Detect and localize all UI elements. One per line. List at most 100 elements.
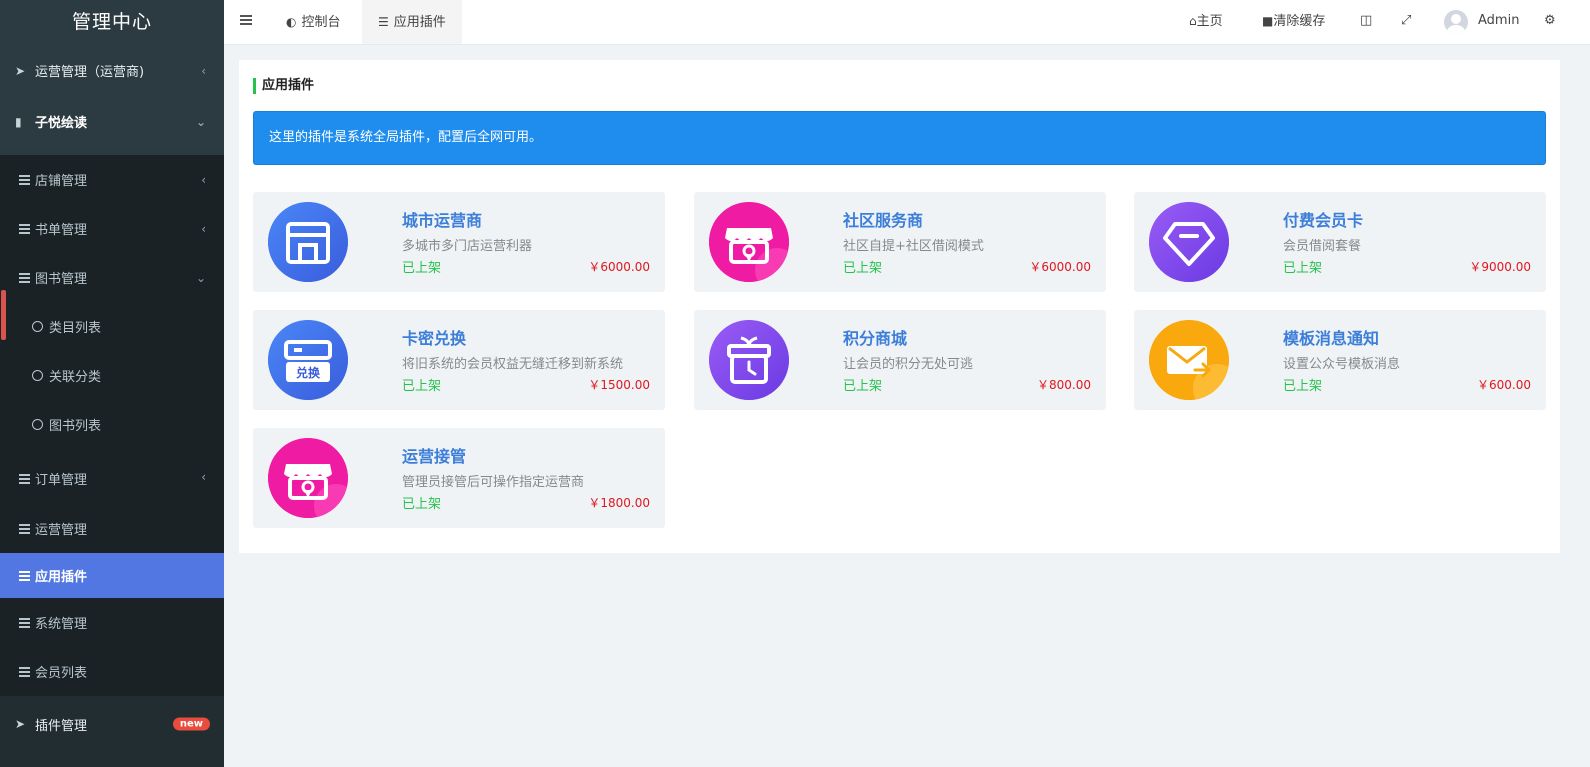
- plugin-price: ￥9000.00: [1469, 260, 1531, 274]
- list-icon: [15, 223, 35, 234]
- sidebar-item-app-plugins[interactable]: 应用插件: [0, 553, 224, 598]
- plugin-desc: 将旧系统的会员权益无缝迁移到新系统: [402, 357, 624, 372]
- circle-icon: [32, 419, 43, 430]
- sidebar-item-label: 图书列表: [49, 419, 102, 434]
- tab-app-plugins[interactable]: ☰ 应用插件: [362, 0, 462, 44]
- sidebar-item-system-management[interactable]: 系统管理: [0, 598, 224, 647]
- list-icon: [15, 473, 35, 484]
- plugin-price: ￥800.00: [1037, 378, 1091, 392]
- sidebar-item-label: 订单管理: [35, 473, 88, 488]
- sidebar-item-label: 运营管理: [35, 523, 88, 538]
- plugin-card-points-mall[interactable]: 积分商城 让会员的积分无处可逃 已上架 ￥800.00: [694, 310, 1106, 410]
- panel-title: 应用插件: [253, 78, 314, 94]
- trash-icon: ■: [1262, 14, 1274, 28]
- sidebar-item-category-list[interactable]: 类目列表: [0, 302, 224, 351]
- home-icon: ⌂: [1189, 14, 1197, 28]
- mail-forward-icon: [1149, 320, 1229, 400]
- plugin-desc: 管理员接管后可操作指定运营商: [402, 475, 585, 490]
- list-icon: [15, 617, 35, 628]
- tab-label: 控制台: [301, 15, 341, 30]
- sidebar-item-label: 类目列表: [49, 321, 102, 336]
- sidebar-item-member-list[interactable]: 会员列表: [0, 647, 224, 696]
- circle-icon: [32, 321, 43, 332]
- home-label: 主页: [1196, 14, 1223, 29]
- rocket-icon: ➤: [15, 717, 26, 731]
- sidebar-item-label: 系统管理: [35, 617, 88, 632]
- translate-icon[interactable]: ◫: [1360, 0, 1372, 44]
- plugins-panel: 应用插件 这里的插件是系统全局插件，配置后全网可用。 城市运营商 多城市多门店运…: [239, 60, 1560, 553]
- sidebar-item-plugin-management[interactable]: ➤ 插件管理 new: [0, 696, 224, 752]
- book-icon: ▮: [15, 114, 22, 129]
- sidebar-item-label: 店铺管理: [35, 174, 88, 189]
- sidebar-item-related-category[interactable]: 关联分类: [0, 351, 224, 400]
- settings-icon[interactable]: ⚙: [1544, 0, 1556, 44]
- plugin-name[interactable]: 城市运营商: [402, 207, 482, 231]
- sidebar-item-label: 图书管理: [35, 272, 88, 287]
- fullscreen-icon[interactable]: ⤢: [1401, 0, 1411, 44]
- plugin-name[interactable]: 卡密兑换: [402, 325, 466, 349]
- sidebar-item-label: 插件管理: [35, 718, 88, 734]
- chevron-left-icon: ‹: [201, 63, 206, 78]
- plugin-card-template-message[interactable]: 模板消息通知 设置公众号模板消息 已上架 ￥600.00: [1134, 310, 1546, 410]
- plugin-name[interactable]: 积分商城: [843, 325, 907, 349]
- plugin-desc: 让会员的积分无处可逃: [843, 357, 974, 372]
- plugin-name[interactable]: 运营接管: [402, 443, 466, 467]
- list-icon: [15, 272, 35, 283]
- plugin-card-community-service[interactable]: 社区服务商 社区自提+社区借阅模式 已上架 ￥6000.00: [694, 192, 1106, 292]
- diamond-icon: [1149, 202, 1229, 282]
- exchange-card-icon: 兑换: [268, 320, 348, 400]
- chevron-left-icon: ‹: [201, 172, 206, 187]
- plugin-card-paid-membership[interactable]: 付费会员卡 会员借阅套餐 已上架 ￥9000.00: [1134, 192, 1546, 292]
- sidebar-item-book-list[interactable]: 图书列表: [0, 400, 224, 449]
- sidebar-item-book-management[interactable]: 图书管理 ⌄: [0, 253, 224, 302]
- sidebar-item-shop-management[interactable]: 店铺管理 ‹: [0, 155, 224, 204]
- tab-label: 应用插件: [393, 15, 446, 30]
- sidebar-item-order-management[interactable]: 订单管理 ‹: [0, 449, 224, 504]
- paper-plane-icon: ➤: [15, 63, 26, 78]
- sidebar-item-label: 应用插件: [35, 570, 88, 585]
- plugin-desc: 会员借阅套餐: [1283, 239, 1362, 254]
- plugin-card-city-operator[interactable]: 城市运营商 多城市多门店运营利器 已上架 ￥6000.00: [253, 192, 665, 292]
- sidebar-item-operations[interactable]: 运营管理: [0, 504, 224, 553]
- home-link[interactable]: ⌂主页: [1189, 0, 1223, 44]
- store-icon: [268, 202, 348, 282]
- new-badge: new: [172, 717, 210, 731]
- plugin-name[interactable]: 模板消息通知: [1283, 325, 1379, 349]
- shop-location-icon: [709, 202, 789, 282]
- plugin-desc: 多城市多门店运营利器: [402, 239, 533, 254]
- user-name[interactable]: Admin: [1478, 0, 1519, 44]
- sidebar-scrollbar[interactable]: [1, 290, 6, 340]
- sidebar-item-label: 书单管理: [35, 223, 88, 238]
- sidebar-item-operations-operator[interactable]: ➤ 运营管理（运营商) ‹: [0, 45, 224, 96]
- chevron-down-icon: ⌄: [195, 114, 206, 129]
- list-icon: [15, 523, 35, 534]
- plugin-card-card-exchange[interactable]: 兑换 卡密兑换 将旧系统的会员权益无缝迁移到新系统 已上架 ￥1500.00: [253, 310, 665, 410]
- info-alert: 这里的插件是系统全局插件，配置后全网可用。: [253, 111, 1546, 165]
- gift-clock-icon: [709, 320, 789, 400]
- plugin-status: 已上架: [402, 379, 442, 394]
- sidebar-item-label: 运营管理（运营商): [35, 65, 145, 80]
- plugin-status: 已上架: [402, 261, 442, 276]
- avatar[interactable]: [1444, 10, 1468, 34]
- plugin-desc: 社区自提+社区借阅模式: [843, 239, 984, 254]
- plugin-status: 已上架: [843, 379, 883, 394]
- tab-dashboard[interactable]: ◐ 控制台: [270, 0, 357, 44]
- clear-cache-label: 清除缓存: [1273, 14, 1326, 29]
- chevron-left-icon: ‹: [201, 221, 206, 236]
- plugin-card-operation-takeover[interactable]: 运营接管 管理员接管后可操作指定运营商 已上架 ￥1800.00: [253, 428, 665, 528]
- plugin-name[interactable]: 社区服务商: [843, 207, 923, 231]
- menu-toggle-icon[interactable]: [240, 15, 252, 25]
- plugin-desc: 设置公众号模板消息: [1283, 357, 1401, 372]
- sidebar-item-booklist-management[interactable]: 书单管理 ‹: [0, 204, 224, 253]
- sidebar-item-label: 子悦绘读: [35, 116, 88, 131]
- plugin-name[interactable]: 付费会员卡: [1283, 207, 1363, 231]
- exchange-icon-text: 兑换: [296, 365, 321, 380]
- circle-icon: [32, 370, 43, 381]
- sidebar-item-label: 关联分类: [49, 370, 102, 385]
- sidebar-item-ziyue[interactable]: ▮ 子悦绘读 ⌄: [0, 96, 224, 147]
- plugin-price: ￥1800.00: [588, 496, 650, 510]
- clear-cache-button[interactable]: ■清除缓存: [1262, 0, 1325, 44]
- plugin-price: ￥6000.00: [588, 260, 650, 274]
- logo[interactable]: 管理中心: [0, 0, 224, 45]
- plugin-status: 已上架: [402, 497, 442, 512]
